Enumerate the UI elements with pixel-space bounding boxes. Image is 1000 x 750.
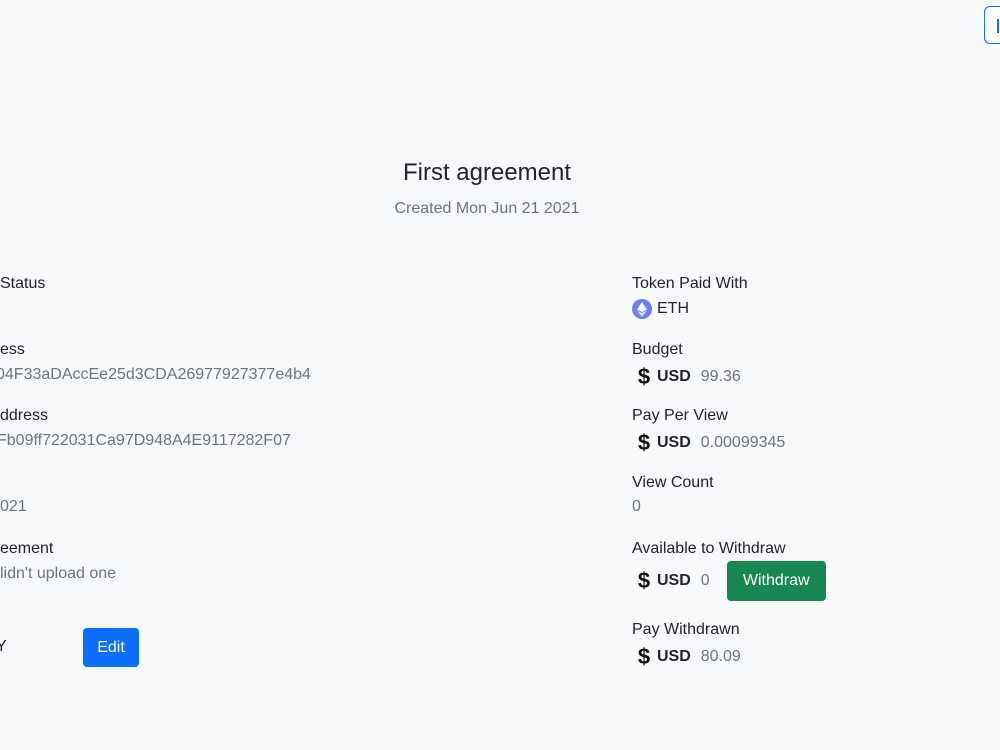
date-value: 021 xyxy=(0,498,27,515)
budget-currency: USD xyxy=(657,368,691,385)
dollar-icon: $ xyxy=(637,644,651,669)
view-count-label: View Count xyxy=(632,474,714,491)
withdraw-button[interactable]: Withdraw xyxy=(726,561,826,601)
pay-withdrawn-row: $ USD 80.09 xyxy=(632,644,741,670)
pay-per-view-label: Pay Per View xyxy=(632,407,728,424)
pay-withdrawn-label: Pay Withdrawn xyxy=(632,621,740,638)
budget-row: $ USD 99.36 xyxy=(632,364,741,390)
address-label: ess xyxy=(0,341,25,358)
pay-per-view-row: $ USD 0.00099345 xyxy=(632,430,785,456)
view-count-row: 0 xyxy=(632,498,641,516)
pay-withdrawn-value: 80.09 xyxy=(700,648,741,665)
available-value: 0 xyxy=(700,572,710,589)
agreement-label: eement xyxy=(0,540,54,557)
address2-label: ddress xyxy=(0,407,49,424)
available-row: $ USD 0 Withdraw xyxy=(632,561,826,601)
agreement-details-left: Status ess 04F33aDAccEe25d3CDA2697792737… xyxy=(0,0,1000,750)
pay-withdrawn-currency: USD xyxy=(657,648,691,665)
available-currency: USD xyxy=(657,572,691,589)
token-value-row: ETH xyxy=(632,299,689,319)
view-count-value: 0 xyxy=(632,498,641,515)
edit-button[interactable]: Edit xyxy=(83,628,139,667)
available-label: Available to Withdraw xyxy=(632,540,786,557)
agreement-page: First agreement Created Mon Jun 21 2021 … xyxy=(0,0,1000,750)
dollar-icon: $ xyxy=(637,364,651,389)
token-label: Token Paid With xyxy=(632,275,748,292)
cut-label: Y xyxy=(0,638,7,655)
ethereum-icon xyxy=(632,299,652,319)
dollar-icon: $ xyxy=(637,568,651,593)
address2-value: Fb09ff722031Ca97D948A4E9117282F07 xyxy=(0,432,291,449)
budget-value: 99.36 xyxy=(700,368,741,385)
address-value: 04F33aDAccEe25d3CDA26977927377e4b4 xyxy=(0,366,311,383)
agreement-value: lidn't upload one xyxy=(0,565,117,582)
token-name: ETH xyxy=(657,300,689,317)
pay-per-view-currency: USD xyxy=(657,434,691,451)
dollar-icon: $ xyxy=(637,430,651,455)
status-label: Status xyxy=(0,275,46,292)
budget-label: Budget xyxy=(632,341,683,358)
pay-per-view-value: 0.00099345 xyxy=(700,434,786,451)
